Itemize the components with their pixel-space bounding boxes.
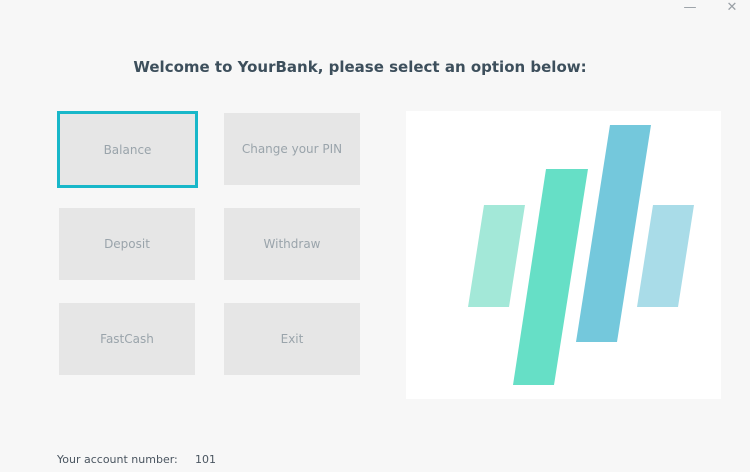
balance-button[interactable]: Balance (57, 111, 198, 188)
change-pin-button[interactable]: Change your PIN (224, 113, 360, 185)
account-number-label: Your account number: (57, 453, 178, 466)
logo-bar-green (513, 169, 588, 385)
page-title: Welcome to YourBank, please select an op… (133, 58, 587, 76)
exit-button[interactable]: Exit (224, 303, 360, 375)
logo-bar-blue (576, 125, 651, 342)
logo-bar-light-green (468, 205, 525, 307)
account-info: Your account number: 101 (57, 453, 216, 466)
withdraw-button[interactable]: Withdraw (224, 208, 360, 280)
deposit-button[interactable]: Deposit (59, 208, 195, 280)
minimize-button[interactable]: — (678, 0, 702, 18)
account-number-value: 101 (195, 453, 216, 466)
fastcash-button[interactable]: FastCash (59, 303, 195, 375)
bank-logo-panel (406, 111, 721, 399)
close-button[interactable]: ✕ (720, 0, 744, 18)
logo-bar-light-blue (637, 205, 694, 307)
bank-logo (468, 125, 694, 385)
